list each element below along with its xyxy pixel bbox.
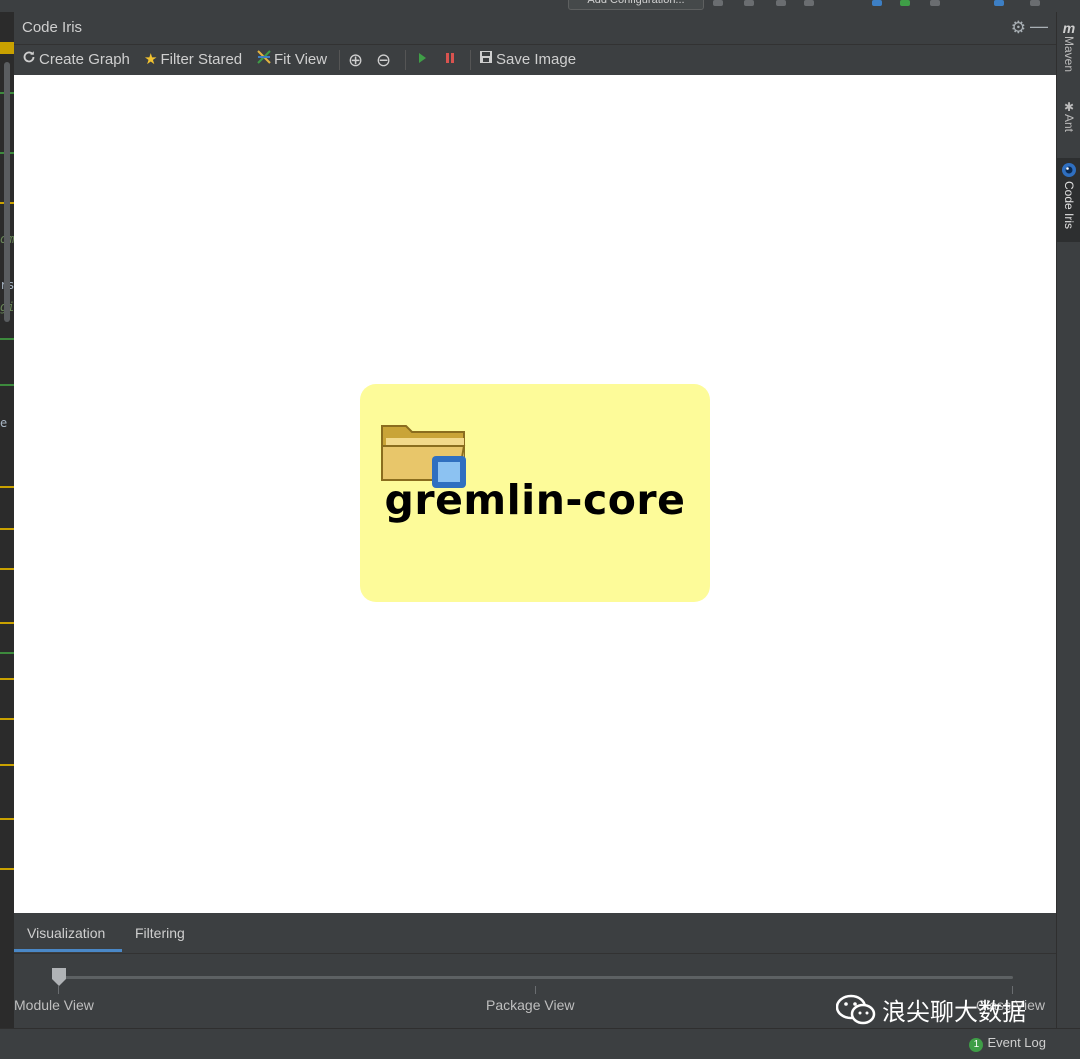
active-tab-indicator [14,949,122,952]
toolbar-separator [405,50,406,70]
tab-filtering[interactable]: Filtering [135,925,185,941]
gutter-marker [0,338,14,340]
debug-icon[interactable] [744,0,754,6]
toolbar-separator [339,50,340,70]
watermark-text: 浪尖聊大数据 [882,999,1026,1026]
slider-label-module: Module View [14,997,94,1013]
create-graph-button[interactable]: Create Graph [22,49,130,71]
vcs-commit-icon[interactable] [900,0,910,6]
maven-tab[interactable]: m Maven [1057,20,1080,92]
maven-tab-label: Maven [1062,36,1076,73]
slider-label-package: Package View [486,997,575,1013]
play-icon[interactable] [416,49,428,71]
slider-thumb[interactable] [52,968,66,986]
ant-icon: ✱ [1063,100,1075,114]
module-node[interactable]: gremlin-core [360,384,710,602]
filter-stared-button[interactable]: ★ Filter Stared [144,49,242,71]
minimize-icon[interactable]: — [1030,16,1048,37]
module-node-label: gremlin-core [384,476,686,524]
slider-tick [535,986,536,994]
fit-view-button[interactable]: Fit View [257,49,327,71]
gutter-marker [0,384,14,386]
gutter-marker [0,818,14,820]
stop-icon[interactable] [444,49,456,71]
gutter-marker [0,528,14,530]
right-tool-strip: m Maven ✱ Ant Code Iris [1056,12,1080,1028]
save-image-button[interactable]: Save Image [479,49,576,71]
history-icon[interactable] [930,0,940,6]
main-toolbar-strip: Add Configuration... [0,0,1080,12]
zoom-out-icon[interactable]: ⊖ [376,49,391,71]
toolbar-separator [470,50,471,70]
gutter-marker [0,764,14,766]
tool-window-header: Code Iris ⚙ — [14,12,1056,45]
refresh-icon [22,49,36,71]
star-icon: ★ [144,51,158,68]
stop-run-icon[interactable] [804,0,814,6]
tool-window-title: Code Iris [22,19,83,36]
code-fragment: e [0,416,8,430]
maven-icon: m [1062,20,1076,36]
tab-visualization[interactable]: Visualization [27,925,105,941]
gutter-marker [0,622,14,624]
window-icon[interactable] [1030,0,1040,6]
view-tabs: Visualization Filtering [14,913,1056,954]
filter-stared-label: Filter Stared [160,51,243,68]
status-bar: 1 Event Log [0,1028,1080,1059]
gutter-marker [0,652,14,654]
create-graph-label: Create Graph [39,51,130,68]
gutter-marker [0,486,14,488]
view-level-slider[interactable] [58,976,1013,979]
save-icon [479,49,493,71]
event-log-label: Event Log [987,1035,1046,1050]
run-icon[interactable] [713,0,723,6]
code-iris-icon [1057,158,1080,181]
code-iris-tab-label: Code Iris [1062,181,1076,230]
gutter-marker [0,42,14,54]
coverage-icon[interactable] [776,0,786,6]
fit-view-icon [257,49,271,71]
zoom-in-icon[interactable]: ⊕ [348,49,363,71]
gutter-marker [0,868,14,870]
event-log-badge: 1 [969,1038,984,1052]
code-iris-tab[interactable]: Code Iris [1057,158,1080,242]
watermark: 浪尖聊大数据 [835,992,1026,1033]
ant-tab-label: Ant [1062,114,1076,133]
save-image-label: Save Image [496,51,577,68]
graph-canvas[interactable]: gremlin-core [14,75,1056,913]
run-configuration-dropdown[interactable]: Add Configuration... [568,0,704,10]
code-iris-toolbar: Create Graph ★ Filter Stared Fit View ⊕ ⊖… [14,45,1056,75]
gear-icon[interactable]: ⚙ [1011,18,1026,38]
project-structure-icon[interactable] [994,0,1004,6]
slider-tick [58,986,59,994]
vcs-update-icon[interactable] [872,0,882,6]
gutter-marker [0,678,14,680]
editor-scrollbar[interactable] [4,62,10,322]
ant-tab[interactable]: ✱ Ant [1057,100,1080,156]
fit-view-label: Fit View [274,51,328,68]
gutter-marker [0,568,14,570]
event-log-button[interactable]: 1 Event Log [969,1035,1046,1052]
gutter-marker [0,718,14,720]
